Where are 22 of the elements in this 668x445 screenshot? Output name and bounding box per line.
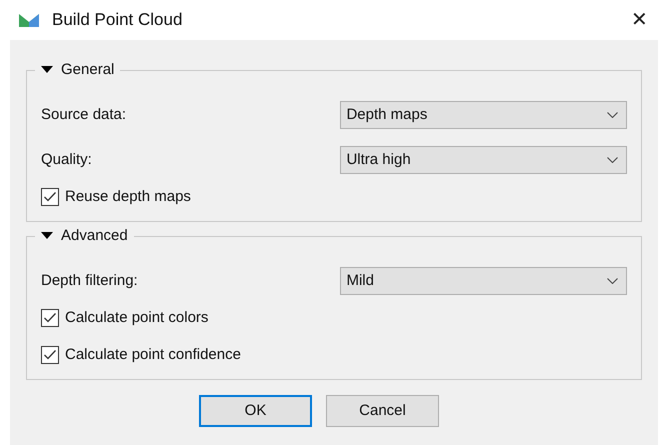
checkbox-label[interactable]: Calculate point colors: [65, 306, 208, 330]
triangle-down-icon: [41, 232, 53, 240]
triangle-down-icon: [41, 66, 53, 74]
app-logo-icon: [18, 12, 40, 28]
chevron-down-icon: [607, 112, 618, 118]
chevron-down-icon: [607, 157, 618, 163]
checkbox[interactable]: [41, 188, 59, 206]
window-title: Build Point Cloud: [52, 9, 182, 32]
dropdown[interactable]: Mild: [340, 267, 627, 295]
checkbox[interactable]: [41, 346, 59, 364]
field-label: Depth filtering:: [41, 270, 139, 291]
field-label: Quality:: [41, 150, 93, 170]
chevron-down-icon: [607, 278, 618, 284]
dialog-button[interactable]: Cancel: [326, 395, 439, 427]
checkbox-label[interactable]: Reuse depth maps: [65, 186, 191, 208]
checkbox[interactable]: [41, 309, 59, 327]
checkbox-label[interactable]: Calculate point confidence: [65, 344, 241, 366]
dropdown[interactable]: Depth maps: [340, 101, 627, 129]
close-button[interactable]: ✕: [627, 10, 652, 30]
field-label: Source data:: [41, 104, 128, 125]
dialog-button[interactable]: OK: [199, 395, 312, 427]
dropdown[interactable]: Ultra high: [340, 146, 627, 174]
